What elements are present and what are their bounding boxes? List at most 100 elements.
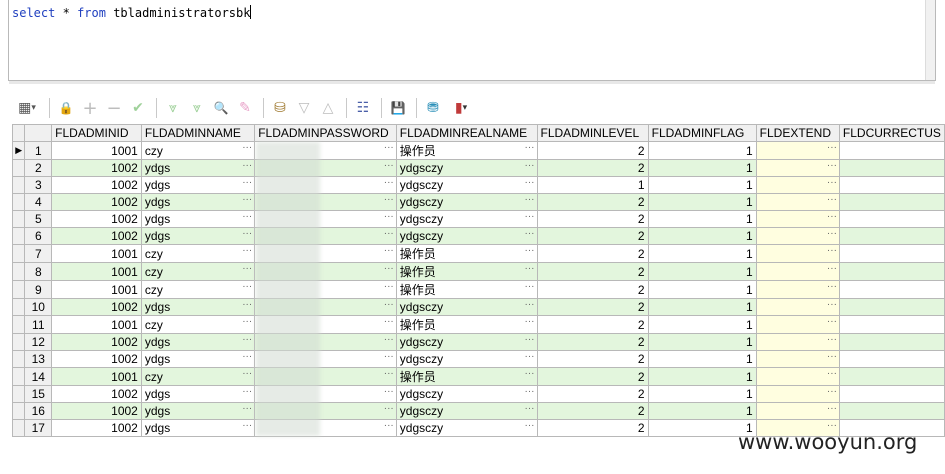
lock-icon[interactable]: 🔒	[55, 97, 77, 119]
cell-adminid[interactable]: 1002	[51, 176, 142, 194]
cell-adminlevel[interactable]: 2	[536, 298, 649, 316]
cell-ellipsis-button[interactable]: ···	[242, 264, 252, 275]
cell-currectus[interactable]	[838, 402, 945, 420]
cell-ellipsis-button[interactable]: ···	[242, 335, 252, 346]
cell-ellipsis-button[interactable]: ···	[384, 195, 394, 206]
cell-adminrealname[interactable]: 操作员 ···	[395, 141, 538, 160]
cell-currectus[interactable]	[838, 193, 945, 211]
cell-adminlevel[interactable]: 2	[536, 280, 649, 299]
row-number[interactable]: 2	[24, 159, 53, 177]
cell-ellipsis-button[interactable]: ···	[827, 300, 837, 311]
add-icon[interactable]: +	[79, 97, 101, 119]
cell-ellipsis-button[interactable]: ···	[827, 387, 837, 398]
cell-extend[interactable]: ···	[755, 385, 840, 403]
cell-adminid[interactable]: 1002	[51, 227, 142, 245]
table-row[interactable]: 13 1002 ydgs ··· ··· ydgsczy ··· 2 1 ···	[11, 350, 945, 368]
table-row[interactable]: 16 1002 ydgs ··· ··· ydgsczy ··· 2 1 ···	[11, 402, 945, 420]
row-number[interactable]: 3	[24, 176, 53, 194]
cell-ellipsis-button[interactable]: ···	[525, 404, 535, 415]
cell-ellipsis-button[interactable]: ···	[384, 335, 394, 346]
sql-query-line[interactable]: select * from tbladministratorsbk	[12, 5, 252, 20]
cell-ellipsis-button[interactable]: ···	[242, 246, 252, 257]
column-header[interactable]: FLDADMINFLAG	[647, 124, 757, 142]
cell-ellipsis-button[interactable]: ···	[827, 282, 837, 293]
cell-ellipsis-button[interactable]: ···	[384, 161, 394, 172]
cell-currectus[interactable]	[838, 385, 945, 403]
cell-adminid[interactable]: 1002	[51, 419, 142, 437]
cell-extend[interactable]: ···	[755, 176, 840, 194]
row-number[interactable]: 8	[24, 262, 53, 281]
cell-adminlevel[interactable]: 2	[536, 350, 649, 368]
row-number[interactable]: 10	[24, 298, 53, 316]
cell-adminname[interactable]: czy ···	[140, 244, 256, 263]
cell-adminid[interactable]: 1001	[51, 367, 142, 386]
row-indicator[interactable]	[11, 210, 26, 228]
cell-ellipsis-button[interactable]: ···	[525, 352, 535, 363]
row-indicator[interactable]	[11, 159, 26, 177]
cell-ellipsis-button[interactable]: ···	[525, 143, 535, 154]
row-indicator[interactable]	[11, 244, 26, 263]
cell-adminflag[interactable]: 1	[647, 367, 757, 386]
cell-ellipsis-button[interactable]: ···	[525, 178, 535, 189]
export-icon[interactable]: ⛁	[269, 97, 291, 119]
filter-down-icon[interactable]: ⩔	[162, 97, 184, 119]
cell-adminlevel[interactable]: 2	[536, 315, 649, 334]
row-indicator[interactable]	[11, 367, 26, 386]
cell-currectus[interactable]	[838, 262, 945, 281]
cell-ellipsis-button[interactable]: ···	[384, 421, 394, 432]
table-row[interactable]: 14 1001 czy ··· ··· 操作员 ··· 2 1 ···	[11, 367, 945, 386]
row-number[interactable]: 15	[24, 385, 53, 403]
table-row[interactable]: 9 1001 czy ··· ··· 操作员 ··· 2 1 ···	[11, 280, 945, 299]
cell-extend[interactable]: ···	[755, 402, 840, 420]
table-row[interactable]: 11 1001 czy ··· ··· 操作员 ··· 2 1 ···	[11, 315, 945, 334]
cell-ellipsis-button[interactable]: ···	[827, 161, 837, 172]
find-icon[interactable]: 🔍	[210, 97, 232, 119]
cell-ellipsis-button[interactable]: ···	[242, 161, 252, 172]
cell-adminlevel[interactable]: 2	[536, 193, 649, 211]
table-row[interactable]: 3 1002 ydgs ··· ··· ydgsczy ··· 1 1 ···	[11, 176, 945, 194]
cell-currectus[interactable]	[838, 333, 945, 351]
cell-ellipsis-button[interactable]: ···	[242, 421, 252, 432]
row-indicator[interactable]	[11, 298, 26, 316]
cell-adminflag[interactable]: 1	[647, 385, 757, 403]
cell-adminname[interactable]: ydgs ···	[140, 333, 256, 351]
cell-ellipsis-button[interactable]: ···	[525, 212, 535, 223]
column-header[interactable]: FLDADMINLEVEL	[536, 124, 649, 142]
cell-ellipsis-button[interactable]: ···	[525, 300, 535, 311]
cell-adminid[interactable]: 1001	[51, 244, 142, 263]
cell-ellipsis-button[interactable]: ···	[827, 317, 837, 328]
cell-ellipsis-button[interactable]: ···	[384, 387, 394, 398]
cell-adminflag[interactable]: 1	[647, 333, 757, 351]
cell-adminrealname[interactable]: ydgsczy ···	[395, 176, 538, 194]
cell-currectus[interactable]	[838, 176, 945, 194]
cell-ellipsis-button[interactable]: ···	[827, 195, 837, 206]
table-row[interactable]: 8 1001 czy ··· ··· 操作员 ··· 2 1 ···	[11, 262, 945, 281]
row-indicator[interactable]	[11, 350, 26, 368]
cell-adminid[interactable]: 1002	[51, 210, 142, 228]
cell-ellipsis-button[interactable]: ···	[242, 404, 252, 415]
cell-extend[interactable]: ···	[755, 159, 840, 177]
cell-ellipsis-button[interactable]: ···	[827, 178, 837, 189]
cell-adminname[interactable]: ydgs ···	[140, 350, 256, 368]
cell-adminflag[interactable]: 1	[647, 402, 757, 420]
row-indicator[interactable]	[11, 227, 26, 245]
cell-extend[interactable]: ···	[755, 333, 840, 351]
cell-adminflag[interactable]: 1	[647, 280, 757, 299]
cell-ellipsis-button[interactable]: ···	[384, 246, 394, 257]
cell-adminrealname[interactable]: 操作员 ···	[395, 315, 538, 334]
cell-adminrealname[interactable]: ydgsczy ···	[395, 385, 538, 403]
row-indicator[interactable]	[11, 280, 26, 299]
cell-adminrealname[interactable]: ydgsczy ···	[395, 298, 538, 316]
cell-ellipsis-button[interactable]: ···	[242, 317, 252, 328]
row-number[interactable]: 6	[24, 227, 53, 245]
cell-adminlevel[interactable]: 1	[536, 176, 649, 194]
cell-ellipsis-button[interactable]: ···	[384, 369, 394, 380]
cell-adminlevel[interactable]: 2	[536, 262, 649, 281]
cell-currectus[interactable]	[838, 350, 945, 368]
cell-adminid[interactable]: 1002	[51, 298, 142, 316]
cell-adminname[interactable]: ydgs ···	[140, 419, 256, 437]
row-indicator[interactable]	[11, 315, 26, 334]
row-indicator[interactable]	[11, 402, 26, 420]
cell-ellipsis-button[interactable]: ···	[384, 212, 394, 223]
cell-ellipsis-button[interactable]: ···	[384, 300, 394, 311]
